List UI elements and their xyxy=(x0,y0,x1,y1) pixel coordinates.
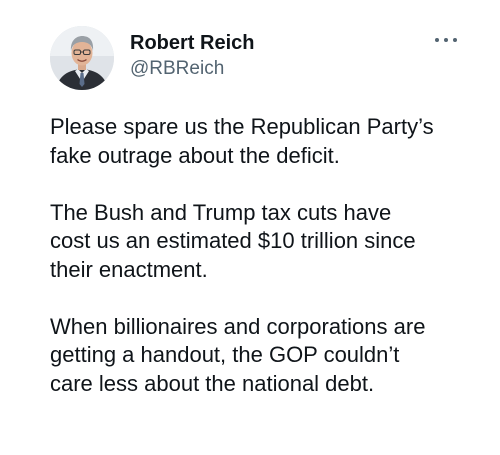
author-display-name[interactable]: Robert Reich xyxy=(130,30,254,56)
more-options-icon[interactable] xyxy=(435,34,457,46)
profile-photo-icon xyxy=(50,26,114,90)
tweet-paragraph: The Bush and Trump tax cuts have cost us… xyxy=(50,199,416,282)
tweet-text: Please spare us the Republican Party’s f… xyxy=(50,113,480,398)
author-names: Robert Reich @RBReich xyxy=(130,30,254,82)
tweet-header: Robert Reich @RBReich xyxy=(50,26,254,90)
tweet-paragraph: Please spare us the Republican Party’s f… xyxy=(50,114,434,168)
tweet-paragraph: When billionaires and corporations are g… xyxy=(50,313,426,396)
tweet-card: Robert Reich @RBReich Please spare us th… xyxy=(0,0,500,455)
more-options-dot xyxy=(444,38,448,42)
more-options-dot xyxy=(453,38,457,42)
avatar[interactable] xyxy=(50,26,114,90)
more-options-dot xyxy=(435,38,439,42)
author-handle[interactable]: @RBReich xyxy=(130,56,254,82)
